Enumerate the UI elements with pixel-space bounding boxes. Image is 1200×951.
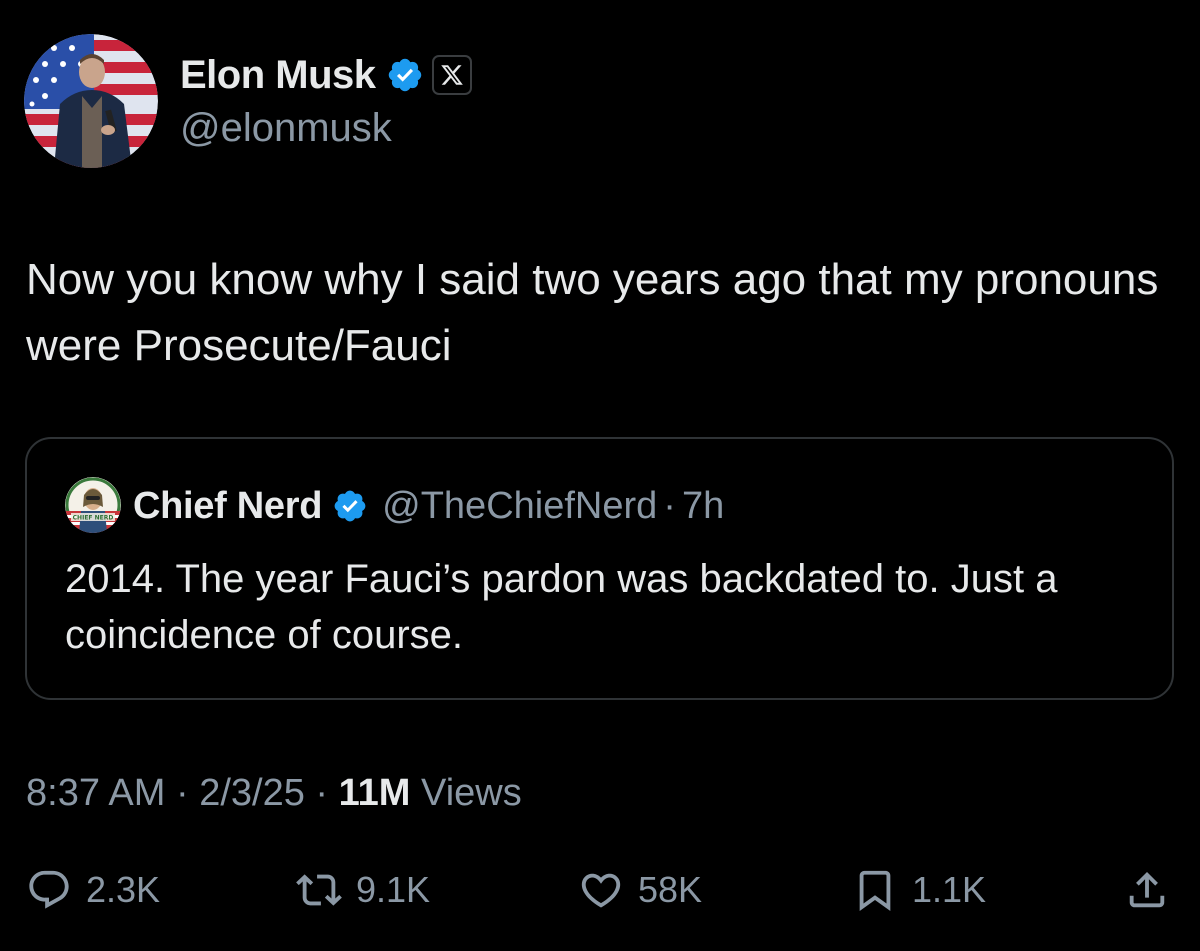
tweet-meta: 8:37 AM · 2/3/25 · 11M Views (26, 772, 522, 815)
views-label: Views (421, 772, 522, 814)
affiliation-badge[interactable] (431, 55, 472, 95)
reply-count: 2.3K (86, 869, 161, 910)
tweet: Elon Musk @elonmusk Now you know why I s… (0, 0, 1200, 951)
quoted-separator: · (663, 484, 676, 527)
quoted-verified-badge-icon (334, 490, 366, 522)
svg-text:CHIEF NERD: CHIEF NERD (73, 515, 114, 522)
tweet-text: Now you know why I said two years ago th… (26, 255, 1159, 370)
author-name[interactable]: Elon Musk (180, 53, 376, 98)
quoted-author-name[interactable]: Chief Nerd (133, 485, 322, 528)
like-button[interactable]: 58K (578, 860, 702, 920)
author-name-row: Elon Musk (180, 50, 472, 100)
tweet-time[interactable]: 8:37 AM (26, 772, 165, 814)
bookmark-count: 1.1K (912, 869, 987, 910)
repost-button[interactable]: 9.1K (296, 860, 430, 920)
heart-icon (581, 873, 621, 908)
author-handle[interactable]: @elonmusk (180, 106, 392, 151)
reply-icon (29, 870, 69, 909)
repost-count: 9.1K (356, 869, 431, 910)
meta-separator: · (175, 772, 189, 814)
quoted-author-handle[interactable]: @TheChiefNerd (382, 485, 657, 528)
like-count: 58K (638, 869, 703, 910)
reply-button[interactable]: 2.3K (26, 860, 160, 920)
share-button[interactable] (1124, 860, 1170, 920)
quoted-author-avatar-image: CHIEF NERD (65, 477, 121, 533)
quoted-tweet-card[interactable]: CHIEF NERD Chief Nerd @TheChiefNerd · 7h… (25, 437, 1174, 700)
quoted-timestamp[interactable]: 7h (682, 485, 724, 528)
repost-icon (296, 874, 342, 906)
views-count: 11M (338, 772, 411, 814)
bookmark-icon (859, 870, 891, 911)
author-avatar-image (24, 34, 158, 168)
meta-separator: · (315, 772, 329, 814)
author-avatar[interactable] (24, 34, 158, 168)
bookmark-button[interactable]: 1.1K (852, 860, 986, 920)
quoted-author-avatar[interactable]: CHIEF NERD (65, 477, 121, 533)
quoted-tweet-header: Chief Nerd @TheChiefNerd · 7h (133, 483, 724, 529)
action-bar: 2.3K 9.1K 58K 1.1K (0, 860, 1200, 920)
x-logo-icon (440, 65, 463, 85)
share-icon (1129, 871, 1165, 908)
quoted-tweet-text: 2014. The year Fauci’s pardon was backda… (65, 557, 1058, 657)
verified-badge-icon (388, 58, 421, 92)
tweet-date[interactable]: 2/3/25 (199, 772, 305, 814)
